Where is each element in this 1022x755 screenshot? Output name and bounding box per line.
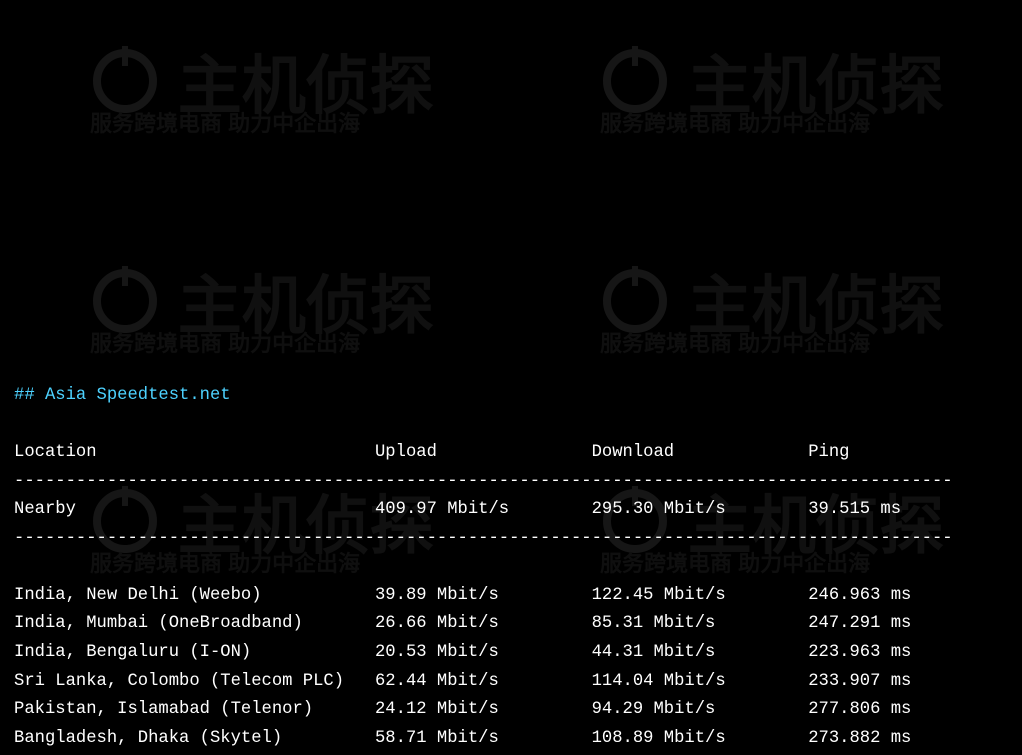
table-body: India, New Delhi (Weebo) 39.89 Mbit/s 12… (14, 586, 953, 755)
header-row: Location Upload Download Ping (14, 443, 953, 462)
watermark-1: 主机侦探服务跨境电商 助力中企出海 (90, 46, 434, 139)
page-title: ## Asia Speedtest.net (14, 386, 231, 405)
divider: ----------------------------------------… (14, 529, 953, 548)
nearby-row: Nearby 409.97 Mbit/s 295.30 Mbit/s 39.51… (14, 500, 953, 519)
watermark-2: 主机侦探服务跨境电商 助力中企出海 (600, 46, 944, 139)
divider: ----------------------------------------… (14, 472, 953, 491)
terminal-output: ## Asia Speedtest.net Location Upload Do… (0, 343, 1022, 755)
